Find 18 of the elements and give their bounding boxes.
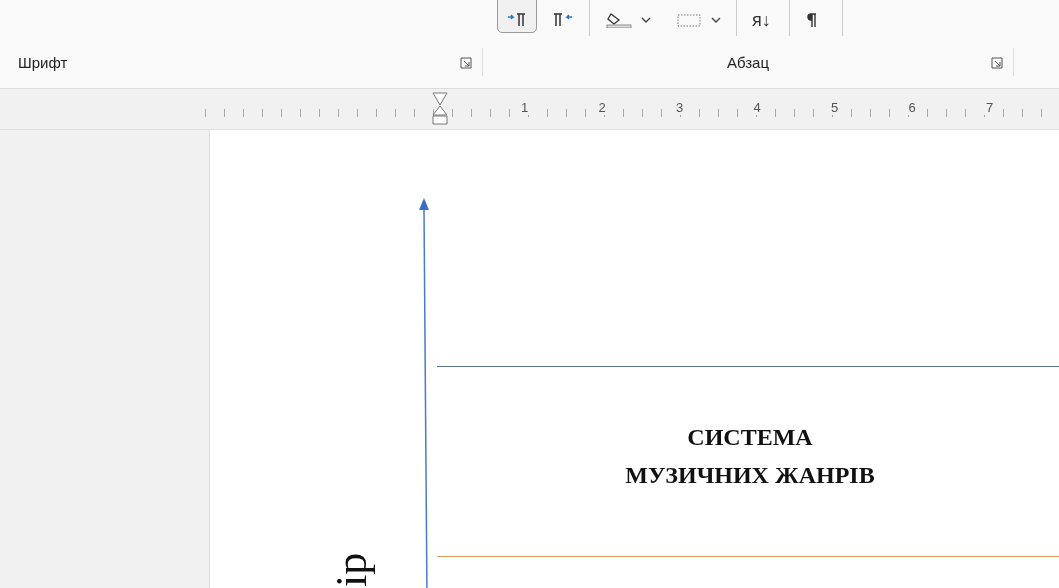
borders-icon [675,12,703,28]
sort-button[interactable]: я↓ [743,0,783,33]
axis-label: ір [328,552,376,587]
paint-bucket-icon [605,12,633,28]
ltr-icon [506,13,528,27]
document-title: СИСТЕМА МУЗИЧНИХ ЖАНРІВ [624,423,876,490]
ltr-button[interactable] [497,0,537,33]
pilcrow-icon [805,12,819,28]
group-label: Абзац [726,53,770,71]
caret-icon [641,16,651,24]
rtl-icon [552,13,574,27]
ruler-number: 4 [750,100,764,115]
indent-marker-icon[interactable] [432,92,448,126]
group-label: Шрифт [18,53,68,71]
caret-icon [711,16,721,24]
dialog-launcher-icon[interactable] [991,57,1003,69]
ruler-number: 6 [905,100,919,115]
dialog-launcher-icon[interactable] [460,57,472,69]
